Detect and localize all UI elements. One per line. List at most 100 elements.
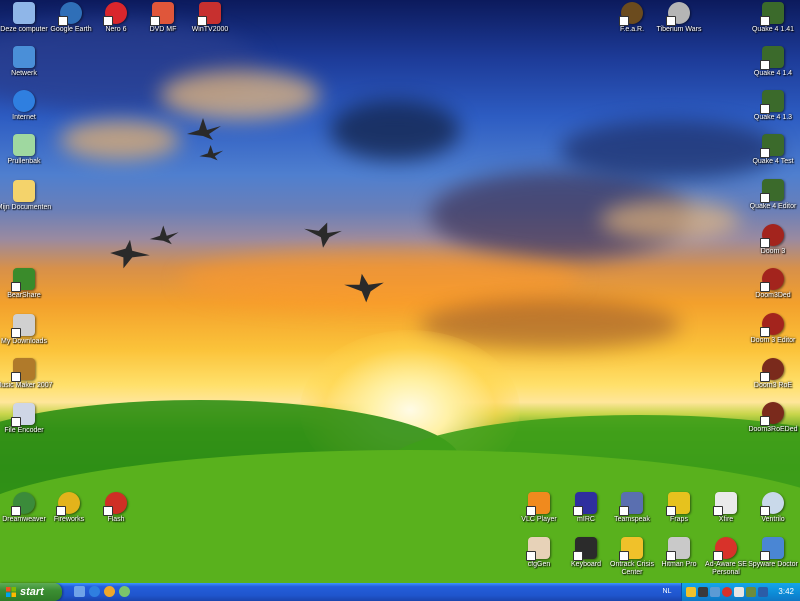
network-icon	[13, 46, 35, 68]
desktop-icon-label: Tiberium Wars	[656, 26, 702, 33]
keyboard-icon	[573, 537, 597, 561]
internet-explorer-icon[interactable]	[89, 586, 100, 597]
taskbar: start NL 3:42	[0, 583, 800, 601]
bird-silhouette	[187, 118, 221, 140]
show-desktop-icon[interactable]	[74, 586, 85, 597]
desktop-icon-quake4-13[interactable]: Quake 4 1.3	[742, 90, 800, 122]
tray-app-6-icon[interactable]	[746, 587, 756, 597]
desktop-icon-label: BearShare	[7, 292, 41, 299]
doom-roe-icon	[760, 402, 784, 426]
bird-silhouette	[149, 225, 179, 245]
desktop-icon-prullenbak[interactable]: Prullenbak	[0, 134, 55, 166]
desktop-icon-doom3-editor[interactable]: Doom 3 Editor	[742, 313, 800, 345]
desktop-icon-tiberium-wars[interactable]: Tiberium Wars	[648, 2, 710, 34]
desktop-icon-wintv2000[interactable]: WinTV2000	[179, 2, 241, 34]
desktop-icon-label: Spyware Doctor	[748, 561, 798, 568]
desktop-icon-label: Mijn Documenten	[0, 204, 52, 211]
desktop-icon-label: Quake 4 Editor	[749, 203, 797, 210]
desktop-icon-quake4-141[interactable]: Quake 4 1.41	[742, 2, 800, 34]
mirc-icon	[573, 492, 597, 516]
doom-icon	[760, 268, 784, 292]
quake-icon	[760, 2, 784, 26]
file-encoder-icon	[11, 403, 35, 427]
xfire-icon	[713, 492, 737, 516]
desktop-icon-file-encoder[interactable]: File Encoder	[0, 403, 55, 435]
my-computer-icon	[13, 2, 35, 24]
desktop-icon-label: Netwerk	[11, 70, 37, 77]
recycle-bin-icon	[13, 134, 35, 156]
internet-explorer-icon	[13, 90, 35, 112]
desktop-icon-internet[interactable]: Internet	[0, 90, 55, 122]
desktop-icon-label: My Downloads	[1, 338, 47, 345]
my-documents-icon	[13, 180, 35, 202]
desktop-icon-mijn-documenten[interactable]: Mijn Documenten	[0, 180, 55, 212]
cfggen-icon	[526, 537, 550, 561]
desktop-icon-label: Quake 4 1.3	[753, 114, 793, 121]
desktop-icon-label: Doom 3	[760, 248, 786, 255]
desktop-icon-label: Quake 4 1.41	[751, 26, 795, 33]
bird-silhouette	[304, 222, 342, 248]
bird-silhouette	[110, 239, 150, 269]
desktop-icon-doom3[interactable]: Doom 3	[742, 224, 800, 256]
doom-icon	[760, 313, 784, 337]
desktop-icon-label: Quake 4 1.4	[753, 70, 793, 77]
media-player-icon[interactable]	[104, 586, 115, 597]
windows-logo-icon	[6, 587, 16, 597]
quake-icon	[760, 134, 784, 158]
clock[interactable]: 3:42	[778, 583, 794, 601]
downloads-icon	[11, 314, 35, 338]
start-button[interactable]: start	[0, 583, 62, 601]
desktop-icon-label: Doom3Ded	[755, 292, 791, 299]
desktop-icon-label: Music Maker 2007	[0, 382, 53, 389]
ventrilo-icon	[760, 492, 784, 516]
music-maker-icon	[11, 358, 35, 382]
tray-app-2-icon[interactable]	[698, 587, 708, 597]
desktop-icon-spyware-doctor[interactable]: Spyware Doctor	[742, 537, 800, 569]
desktop-icon-label: Ventrilo	[761, 516, 785, 523]
dvd-icon	[150, 2, 174, 26]
fear-icon	[619, 2, 643, 26]
start-label: start	[20, 586, 44, 598]
tray-app-5-icon[interactable]	[734, 587, 744, 597]
hitman-pro-icon	[666, 537, 690, 561]
desktop-icon-quake4-test[interactable]: Quake 4 Test	[742, 134, 800, 166]
desktop-icon-ventrilo[interactable]: Ventrilo	[742, 492, 800, 524]
desktop-icon-netwerk[interactable]: Netwerk	[0, 46, 55, 78]
google-earth-icon	[58, 2, 82, 26]
quake-icon	[760, 46, 784, 70]
fraps-icon	[666, 492, 690, 516]
tray-app-4-icon[interactable]	[722, 587, 732, 597]
desktop-icon-label: Doom 3 Editor	[750, 337, 796, 344]
desktop-icon-doom3ded[interactable]: Doom3Ded	[742, 268, 800, 300]
desktop-icon-quake4-14[interactable]: Quake 4 1.4	[742, 46, 800, 78]
ad-aware-icon	[713, 537, 737, 561]
desktop-icon-doom3-roe[interactable]: Doom3 RoE	[742, 358, 800, 390]
tray-app-1-icon[interactable]	[686, 587, 696, 597]
language-indicator[interactable]: NL	[660, 587, 674, 597]
quake-icon	[760, 90, 784, 114]
desktop-icon-label: Doom3RoEDed	[748, 426, 798, 433]
desktop-icon-my-downloads[interactable]: My Downloads	[0, 314, 55, 346]
dreamweaver-icon	[11, 492, 35, 516]
nero-icon	[103, 2, 127, 26]
tray-app-3-icon[interactable]	[710, 587, 720, 597]
fireworks-icon	[56, 492, 80, 516]
desktop-icon-music-maker[interactable]: Music Maker 2007	[0, 358, 55, 390]
desktop-icon-doom3-roeded[interactable]: Doom3RoEDed	[742, 402, 800, 434]
doom-icon	[760, 224, 784, 248]
desktop-icon-bearshare[interactable]: BearShare	[0, 268, 55, 300]
desktop-icon-label: Flash	[107, 516, 125, 523]
tiberium-wars-icon	[666, 2, 690, 26]
vlc-icon	[526, 492, 550, 516]
desktop-icon-label: WinTV2000	[191, 26, 229, 33]
desktop-icon-quake4-editor[interactable]: Quake 4 Editor	[742, 179, 800, 211]
system-tray: NL 3:42	[663, 583, 800, 601]
wintv-icon	[197, 2, 221, 26]
desktop-icon-label: File Encoder	[4, 427, 44, 434]
teamspeak-icon	[619, 492, 643, 516]
tray-app-7-icon[interactable]	[758, 587, 768, 597]
quake-icon	[760, 179, 784, 203]
spyware-doctor-icon	[760, 537, 784, 561]
messenger-icon[interactable]	[119, 586, 130, 597]
desktop-icon-flash[interactable]: Flash	[85, 492, 147, 524]
